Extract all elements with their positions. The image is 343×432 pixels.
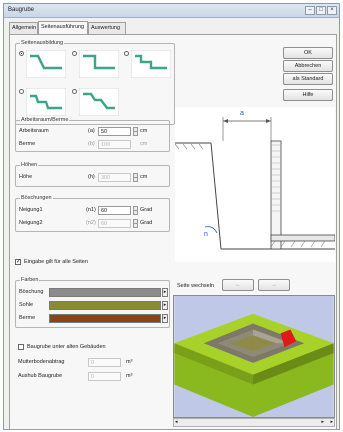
apply-all-checkbox[interactable]: ✓: [15, 259, 21, 265]
berm-label: Berme: [19, 141, 36, 147]
shape-radio-5[interactable]: [72, 89, 77, 94]
shape-berm-vertical-option[interactable]: [131, 50, 171, 78]
heights-group-label: Höhen: [20, 162, 39, 168]
work-space-input[interactable]: 50: [98, 127, 131, 136]
shape-radio-2[interactable]: [72, 51, 77, 56]
scroll-end-icon[interactable]: ▸: [330, 419, 333, 425]
slope2-label: Neigung2: [19, 220, 43, 226]
color-slope-swatch[interactable]: [49, 288, 161, 297]
excavation-label: Aushub Baugrube: [18, 373, 63, 379]
topsoil-unit: m³: [126, 359, 133, 365]
slopes-group: Böschungen Neigung1 (n1) 60 Grad Neigung…: [15, 195, 170, 232]
existing-buildings-checkbox[interactable]: [18, 344, 24, 350]
height-input[interactable]: 300: [98, 173, 131, 182]
slope2-var: (n2): [86, 220, 96, 226]
maximize-button[interactable]: □: [316, 6, 326, 15]
work-space-group: Arbeitsraum/Berme Arbeitsraum (a) 50 cm …: [15, 117, 170, 152]
slope2-spinner[interactable]: [133, 219, 138, 228]
topsoil-label: Mutterbodenabtrag: [18, 359, 65, 365]
shape-radio-3[interactable]: [124, 51, 129, 56]
scroll-left-icon[interactable]: ◂: [175, 419, 178, 425]
title-bar: Baugrube – □ ×: [4, 4, 339, 18]
work-space-group-label: Arbeitsraum/Berme: [20, 117, 70, 123]
close-button[interactable]: ×: [327, 6, 337, 15]
3d-preview[interactable]: [173, 295, 335, 418]
ok-button[interactable]: OK: [283, 47, 333, 59]
horizontal-scrollbar[interactable]: ◂ ▸ ▸: [173, 418, 335, 427]
minimize-button[interactable]: –: [305, 6, 315, 15]
side-switch-label: Seite wechseln: [177, 283, 214, 289]
berm-unit: cm: [140, 141, 148, 147]
scroll-right-icon[interactable]: ▸: [321, 419, 324, 425]
side-shape-group: Seitenausbildung: [15, 40, 175, 125]
color-berm-arrow-icon[interactable]: ▸: [162, 314, 168, 323]
heights-group: Höhen Höhe (h) 300 cm: [15, 162, 170, 187]
colors-group: Farben Böschung ▸ Sohle ▸ Berme ▸: [15, 277, 170, 328]
topsoil-input[interactable]: 0: [88, 358, 121, 367]
help-button[interactable]: Hilfe: [283, 89, 333, 101]
slope-angle-label: n: [204, 231, 208, 238]
cross-section-diagram: [175, 107, 335, 262]
slope1-spinner[interactable]: [133, 206, 138, 215]
slope1-label: Neigung1: [19, 207, 43, 213]
apply-all-label: Eingabe gilt für alle Seiten: [24, 259, 88, 265]
excavation-unit: m³: [126, 373, 133, 379]
berm-input[interactable]: 100: [98, 140, 131, 149]
height-var: (h): [88, 174, 95, 180]
colors-group-label: Farben: [20, 277, 40, 283]
slopes-group-label: Böschungen: [20, 195, 53, 201]
color-floor-swatch[interactable]: [49, 301, 161, 310]
color-berm-swatch[interactable]: [49, 314, 161, 323]
color-berm-label: Berme: [19, 315, 36, 321]
side-shape-group-label: Seitenausbildung: [20, 40, 65, 46]
work-space-unit: cm: [140, 128, 148, 134]
height-unit: cm: [140, 174, 148, 180]
work-space-label: Arbeitsraum: [19, 128, 49, 134]
existing-buildings-label: Baugrube unter alten Gebäuden: [27, 344, 106, 350]
window-title: Baugrube: [8, 7, 35, 13]
shape-vertical-option[interactable]: [79, 50, 119, 78]
excavation-input[interactable]: 0: [88, 372, 121, 381]
tab-allgemein[interactable]: Allgemein: [9, 22, 38, 34]
work-space-spinner[interactable]: [133, 127, 138, 136]
cancel-button[interactable]: Abbrechen: [283, 60, 333, 72]
color-slope-arrow-icon[interactable]: ▸: [162, 288, 168, 297]
slope2-input[interactable]: 60: [98, 219, 131, 228]
slope1-unit: Grad: [140, 207, 153, 213]
height-label: Höhe: [19, 174, 33, 180]
color-floor-arrow-icon[interactable]: ▸: [162, 301, 168, 310]
work-space-var: (a): [88, 128, 95, 134]
default-button[interactable]: als Standard: [283, 73, 333, 85]
shape-berm-option[interactable]: [26, 88, 66, 116]
tab-auswertung[interactable]: Auswertung: [88, 22, 126, 34]
next-side-button[interactable]: →: [258, 279, 290, 291]
shape-radio-1[interactable]: [19, 51, 24, 56]
slope1-input[interactable]: 60: [98, 206, 131, 215]
dialog-window: Baugrube – □ × Allgemein Seitenausführun…: [3, 3, 340, 430]
slope2-unit: Grad: [140, 220, 153, 226]
slope1-var: (n1): [86, 207, 96, 213]
shape-radio-4[interactable]: [19, 89, 24, 94]
shape-sloped-option[interactable]: [26, 50, 66, 78]
height-spinner[interactable]: [133, 173, 138, 182]
color-slope-label: Böschung: [19, 289, 44, 295]
berm-var: (b): [88, 141, 95, 147]
tab-seitenausfuehrung[interactable]: Seitenausführung: [38, 21, 88, 34]
dimension-label: a: [240, 110, 244, 117]
color-floor-label: Sohle: [19, 302, 34, 308]
prev-side-button[interactable]: ←: [222, 279, 254, 291]
shape-double-slope-option[interactable]: [79, 88, 119, 116]
